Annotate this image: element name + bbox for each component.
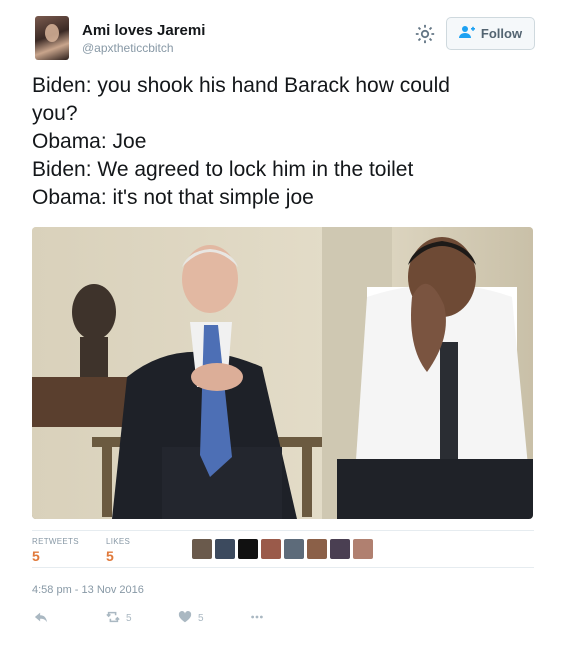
tweet-line: you?	[32, 102, 78, 125]
reply-icon	[34, 610, 48, 627]
gear-icon[interactable]	[414, 23, 436, 45]
liker-avatar[interactable]	[238, 539, 258, 559]
liker-avatar[interactable]	[215, 539, 235, 559]
liker-avatars	[192, 539, 373, 559]
avatar[interactable]	[35, 16, 69, 60]
tweet-stats: RETWEETS 5 LIKES 5	[32, 530, 534, 568]
follow-button[interactable]: Follow	[446, 17, 535, 50]
likes-count: 5	[106, 548, 114, 564]
tweet-line: Biden: We agreed to lock him in the toil…	[32, 158, 414, 181]
add-user-icon	[458, 25, 475, 42]
tweet-header: Ami loves Jaremi @apxtheticcbitch Follow	[0, 0, 564, 72]
retweet-button[interactable]: 5	[106, 610, 132, 627]
retweets-stat[interactable]: RETWEETS 5	[32, 537, 79, 564]
display-name[interactable]: Ami loves Jaremi	[82, 22, 205, 39]
liker-avatar[interactable]	[307, 539, 327, 559]
tweet-line: Biden: you shook his hand Barack how cou…	[32, 74, 450, 97]
tweet-timestamp[interactable]: 4:58 pm - 13 Nov 2016	[32, 584, 144, 596]
user-handle[interactable]: @apxtheticcbitch	[82, 41, 174, 55]
more-button[interactable]	[250, 610, 264, 627]
retweet-icon	[106, 610, 120, 627]
tweet-photo[interactable]	[32, 227, 533, 519]
liker-avatar[interactable]	[353, 539, 373, 559]
likes-stat[interactable]: LIKES 5	[106, 537, 130, 564]
liker-avatar[interactable]	[284, 539, 304, 559]
photo-illustration	[32, 227, 533, 519]
liker-avatar[interactable]	[192, 539, 212, 559]
likes-label: LIKES	[106, 537, 131, 546]
tweet-actions: 5 5	[32, 606, 332, 632]
retweets-label: RETWEETS	[32, 537, 79, 546]
more-icon	[250, 610, 264, 627]
retweet-count: 5	[126, 613, 132, 624]
tweet-line: Obama: it's not that simple joe	[32, 186, 314, 209]
liker-avatar[interactable]	[330, 539, 350, 559]
tweet-text: Biden: you shook his hand Barack how cou…	[32, 72, 532, 212]
like-count: 5	[198, 613, 204, 624]
tweet-line: Obama: Joe	[32, 130, 147, 153]
follow-label: Follow	[480, 26, 523, 41]
heart-icon	[178, 610, 192, 627]
reply-button[interactable]	[34, 610, 48, 627]
liker-avatar[interactable]	[261, 539, 281, 559]
like-button[interactable]: 5	[178, 610, 204, 627]
retweets-count: 5	[32, 548, 40, 564]
